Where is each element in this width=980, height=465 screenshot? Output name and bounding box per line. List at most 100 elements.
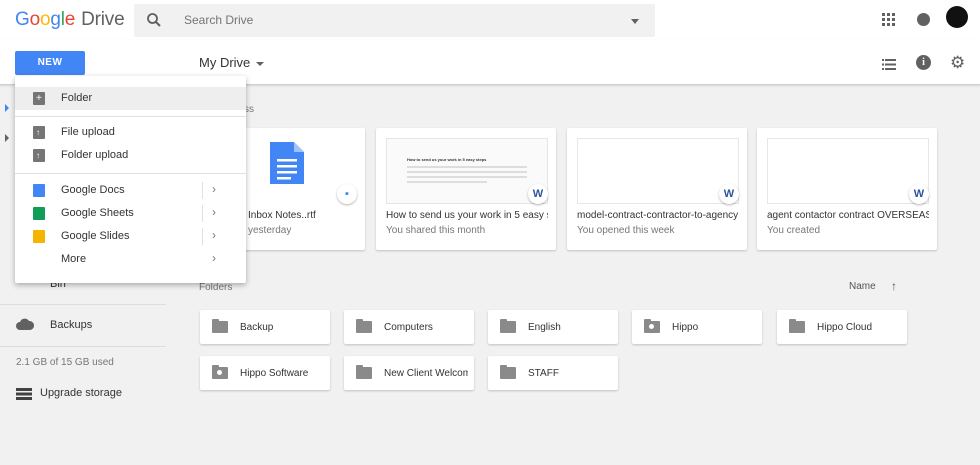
file-thumbnail: How to send us your work in 5 easy steps bbox=[386, 138, 548, 204]
menu-item-label: Folder bbox=[61, 92, 93, 104]
menu-item-google-docs[interactable]: Google Docs › bbox=[15, 179, 246, 202]
notifications-icon[interactable] bbox=[917, 13, 930, 26]
sort-by-name-button[interactable]: Name bbox=[849, 281, 876, 292]
menu-item-folder[interactable]: + Folder bbox=[15, 87, 246, 110]
folder-name: STAFF bbox=[528, 368, 559, 379]
file-upload-icon: ↑ bbox=[33, 126, 45, 139]
folder-icon bbox=[356, 319, 372, 333]
info-icon[interactable]: i bbox=[916, 55, 931, 70]
folder-item[interactable]: Hippo Cloud bbox=[777, 310, 907, 344]
menu-item-label: Folder upload bbox=[61, 149, 129, 161]
shared-folder-icon bbox=[212, 365, 228, 379]
folder-name: Hippo Cloud bbox=[817, 322, 873, 333]
menu-divider bbox=[15, 173, 246, 174]
card-subtitle: yesterday bbox=[248, 225, 292, 236]
menu-divider bbox=[15, 116, 246, 117]
folder-item[interactable]: English bbox=[488, 310, 618, 344]
word-badge-icon: W bbox=[719, 184, 739, 204]
list-view-icon[interactable] bbox=[882, 57, 896, 75]
divider bbox=[202, 205, 203, 222]
menu-item-google-sheets[interactable]: Google Sheets › bbox=[15, 202, 246, 225]
cloud-icon bbox=[16, 317, 35, 334]
card-subtitle: You created bbox=[767, 225, 821, 236]
menu-item-label: More bbox=[61, 253, 87, 265]
search-options-dropdown-icon[interactable] bbox=[631, 19, 639, 24]
menu-item-more[interactable]: More › bbox=[15, 248, 246, 271]
upgrade-storage-link[interactable]: Upgrade storage bbox=[16, 387, 122, 405]
shared-folder-icon bbox=[644, 319, 660, 333]
folder-name: Backup bbox=[240, 322, 274, 333]
docs-icon bbox=[33, 184, 45, 197]
folder-item[interactable]: Backup bbox=[200, 310, 330, 344]
google-drive-logo[interactable]: Google Drive bbox=[15, 9, 125, 31]
card-subtitle: You shared this month bbox=[386, 225, 486, 236]
expand-arrow-icon[interactable] bbox=[5, 134, 9, 142]
folder-icon bbox=[500, 319, 516, 333]
sheets-icon bbox=[33, 207, 45, 220]
quick-access-card[interactable]: W model-contract-contractor-to-agency Yo… bbox=[567, 128, 747, 250]
folder-name: Hippo Software bbox=[240, 368, 309, 379]
folder-icon bbox=[212, 319, 228, 333]
chevron-right-icon[interactable]: › bbox=[212, 228, 216, 242]
folder-item[interactable]: STAFF bbox=[488, 356, 618, 390]
new-folder-icon: + bbox=[33, 92, 45, 105]
word-badge-icon: W bbox=[528, 184, 548, 204]
new-button[interactable]: NEW bbox=[15, 51, 85, 75]
apps-grid-icon[interactable] bbox=[882, 13, 895, 31]
card-title: model-contract-contractor-to-agency bbox=[577, 210, 739, 221]
divider bbox=[0, 346, 166, 347]
menu-item-label: Google Docs bbox=[61, 184, 125, 196]
settings-gear-icon[interactable]: ⚙ bbox=[950, 54, 965, 71]
sidebar-item-label: Backups bbox=[50, 319, 93, 331]
divider bbox=[202, 228, 203, 245]
card-subtitle: You opened this week bbox=[577, 225, 675, 236]
folder-item[interactable]: Hippo Software bbox=[200, 356, 330, 390]
search-bar[interactable]: Search Drive bbox=[134, 4, 655, 37]
card-title: How to send us your work in 5 easy steps bbox=[386, 210, 548, 221]
quick-access-card[interactable]: W agent contactor contract OVERSEAS You … bbox=[757, 128, 937, 250]
menu-item-label: File upload bbox=[61, 126, 115, 138]
divider bbox=[0, 304, 166, 305]
sidebar-item-backups[interactable]: Backups bbox=[16, 317, 92, 335]
folder-upload-icon: ↑ bbox=[33, 149, 45, 162]
menu-item-folder-upload[interactable]: ↑ Folder upload bbox=[15, 144, 246, 167]
thumbnail-heading: How to send us your work in 5 easy steps bbox=[407, 157, 487, 162]
menu-item-google-slides[interactable]: Google Slides › bbox=[15, 225, 246, 248]
upgrade-storage-label: Upgrade storage bbox=[40, 387, 122, 399]
search-icon[interactable] bbox=[146, 12, 162, 33]
folder-item[interactable]: Hippo bbox=[632, 310, 762, 344]
product-name: Drive bbox=[81, 9, 125, 30]
top-bar: Google Drive Search Drive bbox=[0, 0, 980, 40]
folder-icon bbox=[500, 365, 516, 379]
folder-item[interactable]: New Client Welcome bbox=[344, 356, 474, 390]
chevron-right-icon[interactable]: › bbox=[212, 251, 216, 265]
new-menu: + Folder ↑ File upload ↑ Folder upload G… bbox=[15, 76, 246, 283]
file-thumbnail bbox=[767, 138, 929, 204]
storage-quota: 2.1 GB of 15 GB used bbox=[16, 357, 114, 368]
menu-item-file-upload[interactable]: ↑ File upload bbox=[15, 121, 246, 144]
folder-icon bbox=[789, 319, 805, 333]
account-avatar[interactable] bbox=[946, 6, 968, 28]
google-wordmark: Google bbox=[15, 9, 76, 30]
location-dropdown[interactable]: My Drive bbox=[199, 55, 265, 70]
word-badge-icon: W bbox=[909, 184, 929, 204]
expand-arrow-icon[interactable] bbox=[5, 104, 9, 112]
card-title: Inbox Notes..rtf bbox=[248, 210, 316, 221]
chevron-right-icon[interactable]: › bbox=[212, 182, 216, 196]
sort-direction-icon[interactable]: ↑ bbox=[891, 279, 897, 293]
folder-name: English bbox=[528, 322, 561, 333]
folder-icon bbox=[356, 365, 372, 379]
divider bbox=[202, 182, 203, 199]
docs-file-icon bbox=[270, 142, 304, 184]
folder-item[interactable]: Computers bbox=[344, 310, 474, 344]
storage-icon bbox=[16, 387, 32, 404]
docs-badge-icon: ▪ bbox=[337, 184, 357, 204]
menu-item-label: Google Slides bbox=[61, 230, 130, 242]
folder-name: Hippo bbox=[672, 322, 699, 333]
folders-heading: Folders bbox=[199, 282, 233, 293]
search-input[interactable]: Search Drive bbox=[184, 13, 253, 27]
card-title: agent contactor contract OVERSEAS bbox=[767, 210, 929, 221]
chevron-right-icon[interactable]: › bbox=[212, 205, 216, 219]
quick-access-card[interactable]: How to send us your work in 5 easy steps… bbox=[376, 128, 556, 250]
location-label: My Drive bbox=[199, 55, 251, 70]
